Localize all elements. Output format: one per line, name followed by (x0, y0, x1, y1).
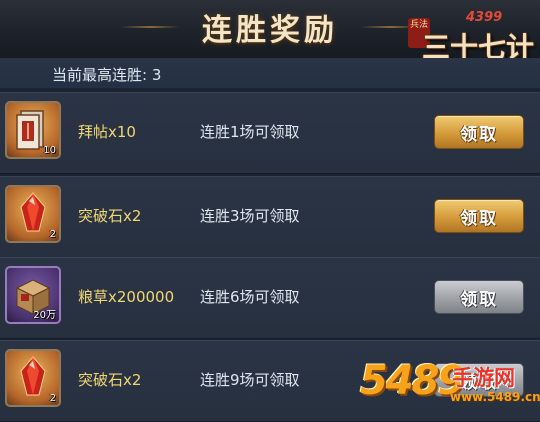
reward-item-icon[interactable]: 2 (5, 349, 61, 407)
reward-condition: 连胜6场可领取 (200, 288, 300, 306)
title-ornament-left (120, 26, 180, 28)
claim-button[interactable]: 领取 (434, 280, 524, 314)
reward-item-name: 拜帖x10 (78, 123, 136, 141)
reward-condition: 连胜9场可领取 (200, 371, 300, 389)
title-area: 连胜奖励 (120, 4, 420, 50)
streak-info-bar: 当前最高连胜: 3 (0, 58, 540, 88)
watermark-url: www.5489.cn (450, 390, 540, 404)
reward-row: 2 突破石x2 连胜3场可领取 领取 (0, 176, 540, 258)
reward-item-name: 突破石x2 (78, 207, 142, 225)
reward-row: 10 拜帖x10 连胜1场可领取 领取 (0, 92, 540, 174)
claim-button[interactable]: 领取 (434, 115, 524, 149)
reward-condition: 连胜1场可领取 (200, 123, 300, 141)
claim-button[interactable]: 领取 (434, 199, 524, 233)
reward-item-icon[interactable]: 10 (5, 101, 61, 159)
reward-row: 20万 粮草x200000 连胜6场可领取 领取 (0, 257, 540, 339)
reward-item-icon[interactable]: 20万 (5, 266, 61, 324)
watermark-site: 手游网 (452, 366, 515, 390)
reward-item-count: 10 (43, 145, 56, 156)
site-watermark: 5489 手游网 www.5489.cn (360, 358, 540, 411)
reward-condition: 连胜3场可领取 (200, 207, 300, 225)
best-streak-label: 当前最高连胜: 3 (52, 66, 162, 84)
watermark-number: 5489 (360, 358, 465, 404)
page-title: 连胜奖励 (202, 13, 338, 48)
logo-brand: 4399 (466, 10, 503, 25)
reward-item-name: 粮草x200000 (78, 288, 175, 306)
reward-item-name: 突破石x2 (78, 371, 142, 389)
reward-item-count: 2 (49, 393, 56, 404)
reward-item-icon[interactable]: 2 (5, 185, 61, 243)
reward-item-count: 20万 (33, 310, 56, 321)
reward-item-count: 2 (49, 229, 56, 240)
